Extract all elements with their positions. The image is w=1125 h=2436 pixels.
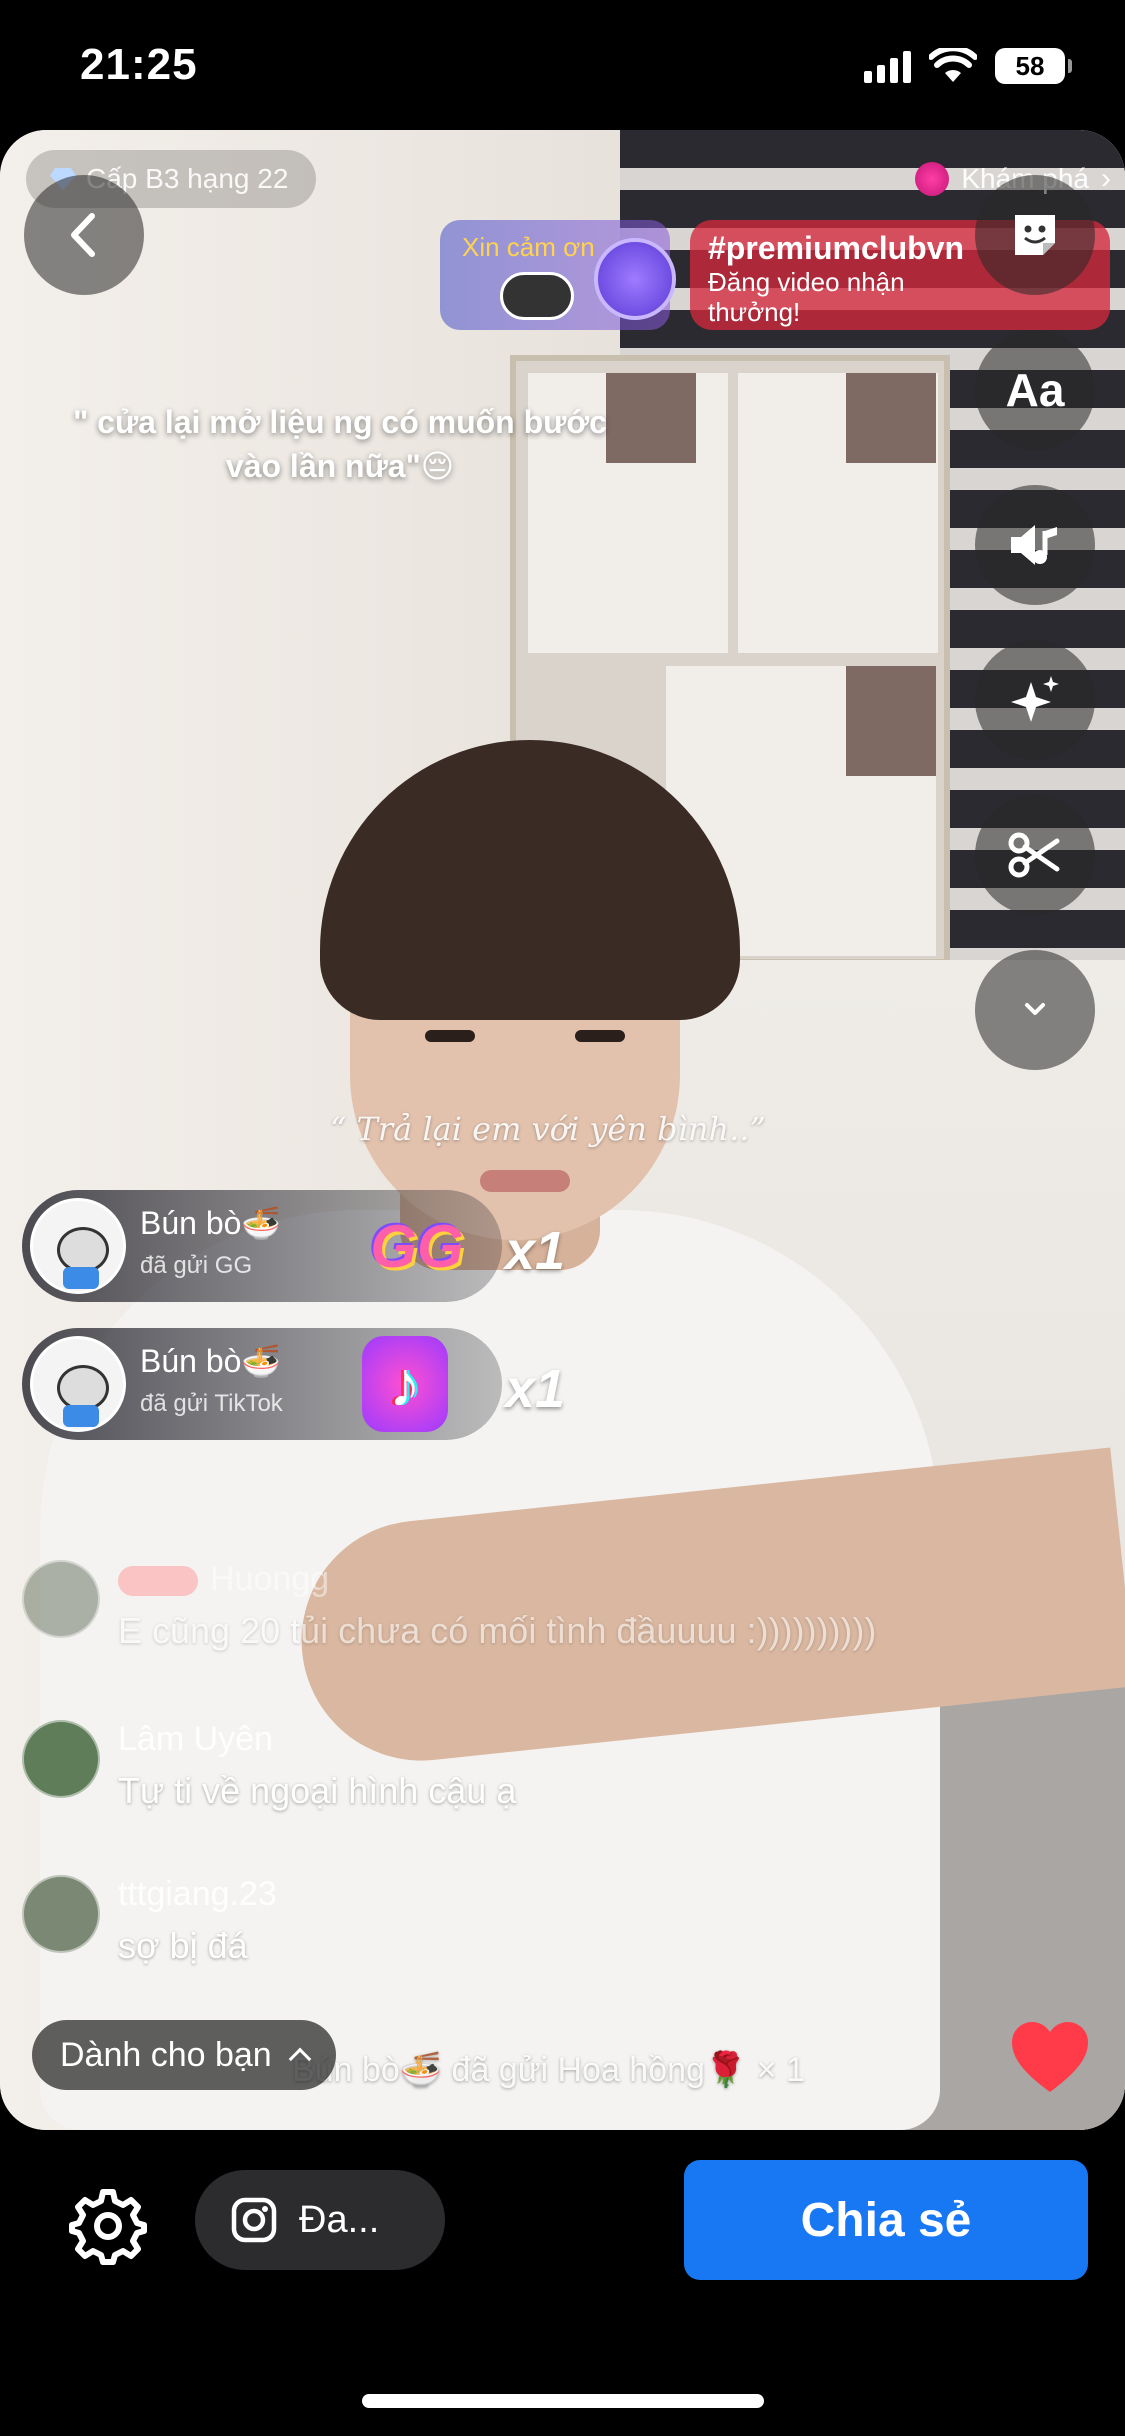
gift-count: x1 [505, 1221, 566, 1281]
comment-text: sợ bị đá [118, 1925, 248, 1966]
share-button[interactable]: Chia sẻ [684, 2160, 1088, 2280]
text-button[interactable]: Aa [975, 330, 1095, 450]
sparkle-icon [1011, 676, 1059, 722]
thanks-logo-icon [594, 238, 676, 320]
comment-text: E cũng 20 tủi chưa có mối tình đầuuuu :)… [118, 1610, 877, 1651]
wifi-icon [929, 48, 977, 82]
caption-quote: “ Trả lại em với yên bình..” [330, 1110, 766, 1148]
sticker-icon [1015, 215, 1055, 255]
fan-badge [118, 1566, 198, 1597]
instagram-share-button[interactable]: Đa... [195, 2170, 445, 2270]
thanks-banner[interactable]: Xin cảm ơn [440, 220, 676, 330]
avatar [22, 1560, 100, 1638]
back-button[interactable] [24, 175, 144, 295]
thanks-avatars [500, 272, 574, 320]
comment-author-name: Huongg [210, 1560, 330, 1598]
audio-button[interactable] [975, 485, 1095, 605]
explore-dot-icon [915, 162, 950, 196]
battery-indicator: 58 [995, 48, 1072, 84]
promo-subtitle: Đăng video nhận thưởng! [708, 267, 905, 327]
gift-count: x1 [505, 1359, 566, 1419]
live-video[interactable]: Cấp B3 hạng 22 Khám phá › Xin cảm ơn #pr… [0, 130, 1125, 2130]
cellular-signal-icon [864, 49, 911, 83]
for-you-button[interactable]: Dành cho bạn [32, 2020, 336, 2090]
pinned-quote: " cửa lại mở liệu ng có muốn bước vào lầ… [73, 404, 607, 484]
gift-notification[interactable]: Bún bò🍜 đã gửi TikTok ♪ [22, 1328, 502, 1440]
instagram-icon [231, 2197, 277, 2243]
gift-sender-name: Bún bò🍜 [140, 1205, 282, 1241]
chevron-right-icon: › [1101, 162, 1111, 195]
home-indicator[interactable] [362, 2394, 764, 2408]
comment-author: Huongg [118, 1560, 329, 1599]
status-time: 21:25 [80, 40, 198, 89]
status-icons: 58 [864, 48, 1072, 84]
avatar [30, 1198, 126, 1294]
gift-action: đã gửi TikTok [140, 1390, 283, 1417]
for-you-label: Dành cho bạn [60, 2035, 272, 2074]
back-icon [71, 213, 95, 257]
more-tools-button[interactable] [975, 950, 1095, 1070]
gg-gift-icon: GG [370, 1212, 464, 1280]
gift-action: đã gửi GG [140, 1252, 253, 1279]
gift-ticker: Bún bò🍜 đã gửi Hoa hồng🌹 × 1 [292, 2051, 805, 2089]
comment-text: Tự ti về ngoại hình cậu ạ [118, 1770, 517, 1811]
comment-author-name: tttgiang.23 [118, 1875, 277, 1913]
gift-notification[interactable]: Bún bò🍜 đã gửi GG GG [22, 1190, 502, 1302]
avatar [22, 1875, 100, 1953]
scissors-icon [1008, 832, 1060, 878]
instagram-button-label: Đa... [299, 2198, 380, 2241]
avatar [22, 1720, 100, 1798]
gift-sender-name: Bún bò🍜 [140, 1343, 282, 1379]
sticker-button[interactable] [975, 175, 1095, 295]
clip-button[interactable] [975, 795, 1095, 915]
text-icon: Aa [1005, 364, 1065, 416]
gear-icon[interactable] [68, 2186, 148, 2266]
chevron-down-icon [1025, 1003, 1045, 1015]
effects-button[interactable] [975, 640, 1095, 760]
heart-icon[interactable] [1010, 2020, 1090, 2096]
tiktok-gift-icon: ♪ [362, 1336, 448, 1432]
thanks-label: Xin cảm ơn [462, 232, 595, 262]
music-icon [1011, 525, 1057, 565]
bottom-bar: Đa... Chia sẻ [0, 2140, 1125, 2320]
comment-author-name: Lâm Uyên [118, 1720, 273, 1758]
chevron-up-icon [288, 2047, 312, 2071]
status-bar: 21:25 58 [0, 0, 1125, 130]
avatar [30, 1336, 126, 1432]
